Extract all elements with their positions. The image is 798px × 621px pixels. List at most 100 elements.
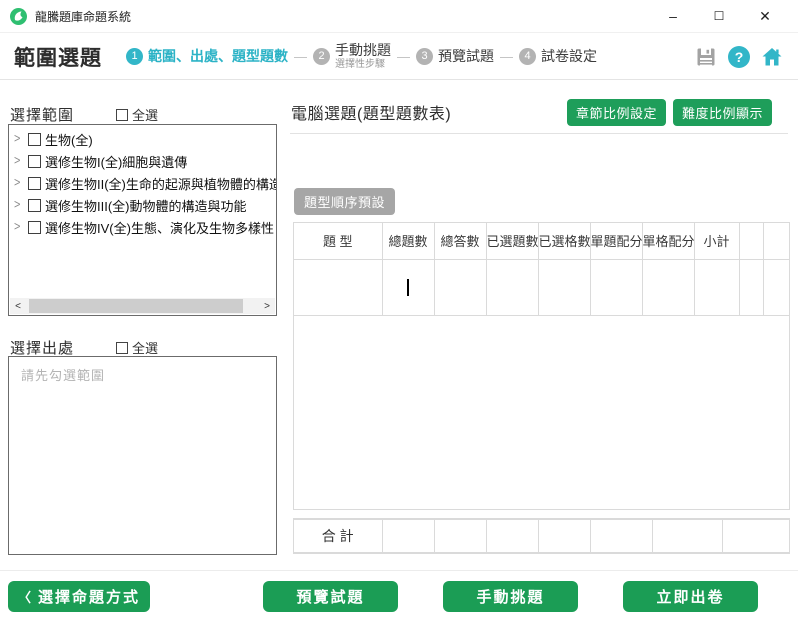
text-caret [407,278,409,296]
cell-selected-cells[interactable] [537,258,591,316]
close-button[interactable]: ✕ [742,1,788,31]
step-separator: — [397,48,410,64]
table-data-row [294,258,789,316]
col-empty [738,223,764,260]
question-type-order-preset-button[interactable]: 題型順序預設 [294,188,396,215]
range-item-label: 選修生物II(全)生命的起源與植物體的構造 [45,176,276,192]
range-select-all-checkbox[interactable] [116,108,129,121]
col-points-per-question: 單題配分 [589,223,643,260]
question-type-table: 題 型 總題數 總答數 已選題數 已選格數 單題配分 單格配分 小計 [293,222,790,510]
horizontal-scrollbar[interactable]: < > [10,298,275,314]
divider [290,133,788,134]
step-1-number: 1 [126,47,143,65]
back-to-mode-label: 選擇命題方式 [38,589,141,606]
step-separator: — [500,48,513,64]
total-row: 合 計 [294,519,789,553]
back-to-mode-button[interactable]: 〈 選擇命題方式 [8,581,150,612]
total-cell [537,519,591,553]
col-selected-cells: 已選格數 [537,223,591,260]
range-item-label: 選修生物III(全)動物體的構造與功能 [45,198,247,214]
page-title: 範圍選題 [14,46,102,70]
source-section-header: 選擇出處 全選 [10,337,158,358]
step-1-range[interactable]: 1 範圍、出處、題型題數 [126,46,288,66]
range-item-checkbox[interactable] [28,132,41,146]
step-4-paper-settings[interactable]: 4 試卷設定 [519,46,597,66]
expand-chevron-icon[interactable]: > [14,176,26,190]
scrollbar-thumb[interactable] [29,299,243,313]
total-cell [381,519,435,553]
source-select-all[interactable]: 全選 [116,338,158,357]
range-select-all-label: 全選 [132,108,159,123]
expand-chevron-icon[interactable]: > [14,132,26,146]
range-select-all[interactable]: 全選 [116,105,158,124]
col-selected-questions: 已選題數 [485,223,539,260]
source-select-all-label: 全選 [132,341,159,356]
chapter-ratio-button[interactable]: 章節比例設定 [566,98,666,126]
step-4-number: 4 [519,47,536,65]
expand-chevron-icon[interactable]: > [14,154,26,168]
cell-total-answers[interactable] [433,258,487,316]
cell-points-per-cell[interactable] [641,258,695,316]
step-4-label: 試卷設定 [541,48,597,65]
range-item-checkbox[interactable] [28,220,41,234]
col-total-answers: 總答數 [433,223,487,260]
main-panel-header: 電腦選題(題型題數表) 章節比例設定 難度比例顯示 [291,98,772,126]
cell-question-type[interactable] [294,258,383,316]
range-section-title: 選擇範圍 [10,107,75,124]
total-cell [589,519,653,553]
step-1-label: 範圍、出處、題型題數 [148,48,288,65]
source-list: 請先勾選範圍 [8,356,277,555]
range-tree-item[interactable]: > 生物(全) [9,128,276,150]
col-points-per-cell: 單格配分 [641,223,695,260]
cell-subtotal[interactable] [693,258,740,316]
step-separator: — [294,48,307,64]
total-label: 合 計 [294,519,383,553]
scroll-left-icon[interactable]: < [10,301,26,312]
step-2-manual-pick[interactable]: 2 手動挑題 選擇性步驟 [313,42,391,70]
app-logo-icon [10,7,27,25]
scroll-right-icon[interactable]: > [259,301,275,312]
save-icon[interactable] [694,45,718,69]
scrollbar-track[interactable] [26,298,259,314]
range-item-label: 生物(全) [45,132,93,148]
preview-questions-button[interactable]: 預覽試題 [263,581,398,612]
window-title: 龍騰題庫命題系統 [35,9,132,24]
generate-paper-button[interactable]: 立即出卷 [623,581,758,612]
manual-pick-button[interactable]: 手動挑題 [443,581,578,612]
range-item-checkbox[interactable] [28,176,41,190]
expand-chevron-icon[interactable]: > [14,220,26,234]
total-row-table: 合 計 [293,518,790,554]
range-tree-item[interactable]: > 選修生物I(全)細胞與遺傳 [9,150,276,172]
cell-empty [738,258,764,316]
range-item-checkbox[interactable] [28,154,41,168]
difficulty-ratio-button[interactable]: 難度比例顯示 [672,98,772,126]
step-3-label: 預覽試題 [438,48,494,65]
step-2-number: 2 [313,47,330,65]
cell-selected-questions[interactable] [485,258,539,316]
help-icon[interactable]: ? [728,45,750,68]
cell-points-per-question[interactable] [589,258,643,316]
total-cell [485,519,539,553]
source-select-all-checkbox[interactable] [116,341,129,354]
range-tree-item[interactable]: > 選修生物IV(全)生態、演化及生物多樣性 [9,216,276,238]
home-icon[interactable] [760,45,784,69]
expand-chevron-icon[interactable]: > [14,198,26,212]
col-question-type: 題 型 [294,223,383,260]
app-window: 龍騰題庫命題系統 – ☐ ✕ 範圍選題 1 範圍、出處、題型題數 — 2 手動挑… [0,0,798,621]
wizard-steps: 1 範圍、出處、題型題數 — 2 手動挑題 選擇性步驟 — 3 預覽試題 — 4… [126,42,597,70]
step-2-label: 手動挑題 [335,42,391,59]
total-cell [433,519,487,553]
range-section-header: 選擇範圍 全選 [10,104,158,125]
col-empty [762,223,789,260]
cell-total-questions[interactable] [381,258,435,316]
range-tree-item[interactable]: > 選修生物III(全)動物體的構造與功能 [9,194,276,216]
titlebar: 龍騰題庫命題系統 – ☐ ✕ [0,0,798,33]
header-icons: ? [694,45,784,69]
range-item-checkbox[interactable] [28,198,41,212]
minimize-button[interactable]: – [650,1,696,31]
step-3-preview[interactable]: 3 預覽試題 [416,46,494,66]
divider [0,570,798,571]
maximize-button[interactable]: ☐ [696,1,742,31]
step-3-number: 3 [416,47,433,65]
range-tree-item[interactable]: > 選修生物II(全)生命的起源與植物體的構造 [9,172,276,194]
